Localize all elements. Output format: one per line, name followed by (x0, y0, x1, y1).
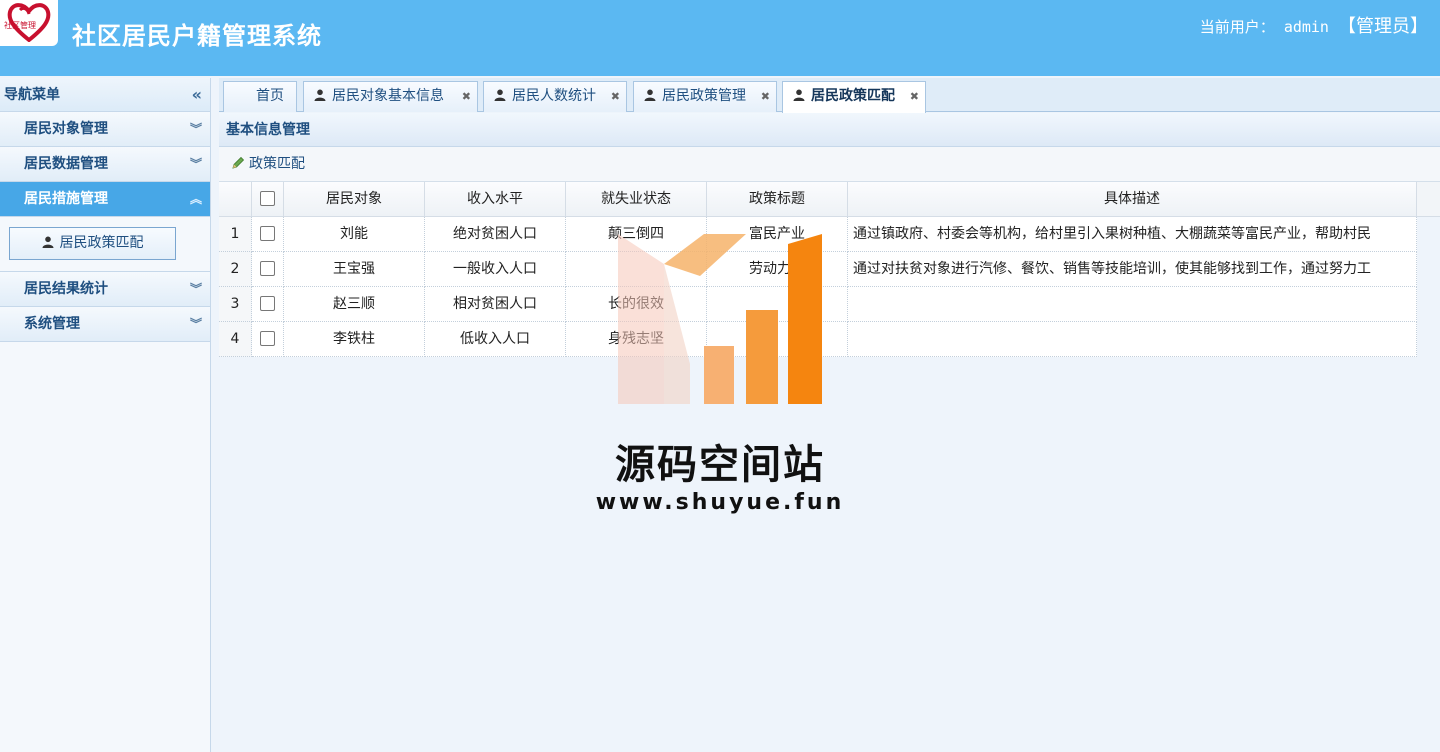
policy-match-button[interactable]: 政策匹配 (231, 156, 305, 172)
chevron-down-icon: ︾ (189, 317, 202, 331)
column-header[interactable]: 收入水平 (425, 182, 566, 217)
tab-label: 居民政策匹配 (811, 88, 895, 104)
user-icon (314, 89, 326, 101)
tab-resident-policy-manage[interactable]: 居民政策管理 ✖ (633, 81, 777, 112)
cell-description: 通过对扶贫对象进行汽修、餐饮、销售等技能培训，使其能够找到工作，通过努力工 (848, 252, 1417, 287)
row-number: 2 (219, 252, 252, 287)
cell-income: 相对贫困人口 (425, 287, 566, 322)
user-icon (644, 89, 656, 101)
close-tab-icon[interactable]: ✖ (910, 82, 919, 111)
sidebar-item-resident-data[interactable]: 居民数据管理 ︾ (0, 147, 210, 182)
sidebar-item-result-stats[interactable]: 居民结果统计 ︾ (0, 272, 210, 307)
sidebar-title: 导航菜单 (4, 87, 60, 103)
column-header[interactable]: 政策标题 (707, 182, 848, 217)
toolbar: 政策匹配 (219, 147, 1440, 182)
cell-description (848, 287, 1417, 322)
user-icon (494, 89, 506, 101)
cell-income: 低收入人口 (425, 322, 566, 357)
sidebar-item-label: 居民对象管理 (24, 121, 108, 137)
row-checkbox-cell (252, 252, 284, 287)
user-role-badge: 【管理员】 (1338, 16, 1428, 37)
panel-title: 基本信息管理 (219, 113, 1440, 147)
main-content: 首页 居民对象基本信息 ✖ 居民人数统计 ✖ 居民政策管理 ✖ 居民政策匹配 ✖… (219, 78, 1440, 752)
sidebar-item-resident-measures[interactable]: 居民措施管理 ︽ (0, 182, 210, 217)
cell-description (848, 322, 1417, 357)
row-checkbox-cell (252, 322, 284, 357)
column-header[interactable]: 具体描述 (848, 182, 1417, 217)
watermark-logo-icon (618, 234, 822, 404)
user-icon (793, 89, 805, 101)
row-number: 4 (219, 322, 252, 357)
app-logo: 社区管理 (0, 0, 58, 46)
sidebar-item-label: 居民数据管理 (24, 156, 108, 172)
tab-resident-count-stats[interactable]: 居民人数统计 ✖ (483, 81, 627, 112)
tab-resident-policy-match[interactable]: 居民政策匹配 ✖ (782, 81, 926, 113)
row-number: 3 (219, 287, 252, 322)
current-username: admin (1283, 18, 1329, 36)
user-icon (42, 236, 53, 248)
sidebar-header: 导航菜单 « (0, 78, 210, 112)
tab-resident-basic-info[interactable]: 居民对象基本信息 ✖ (303, 81, 478, 112)
close-tab-icon[interactable]: ✖ (761, 82, 770, 111)
sidebar-item-label: 系统管理 (24, 316, 80, 332)
tab-label: 居民对象基本信息 (332, 88, 444, 104)
chevron-up-icon: ︽ (189, 192, 202, 206)
policy-match-label: 政策匹配 (249, 156, 305, 172)
cell-resident: 李铁柱 (284, 322, 425, 357)
chevron-down-icon: ︾ (189, 282, 202, 296)
column-header[interactable]: 就失业状态 (566, 182, 707, 217)
sidebar-subitem-label: 居民政策匹配 (59, 235, 144, 251)
collapse-sidebar-icon[interactable]: « (192, 78, 202, 112)
tab-label: 居民人数统计 (512, 88, 596, 104)
row-number-header (219, 182, 252, 217)
app-title: 社区居民户籍管理系统 (72, 22, 322, 50)
close-tab-icon[interactable]: ✖ (611, 82, 620, 111)
tab-bar: 首页 居民对象基本信息 ✖ 居民人数统计 ✖ 居民政策管理 ✖ 居民政策匹配 ✖ (219, 78, 1440, 113)
column-header[interactable]: 居民对象 (284, 182, 425, 217)
chevron-down-icon: ︾ (189, 122, 202, 136)
sidebar-item-resident-objects[interactable]: 居民对象管理 ︾ (0, 112, 210, 147)
sidebar-subitem-policy-match[interactable]: 居民政策匹配 (9, 227, 176, 260)
row-checkbox-cell (252, 217, 284, 252)
sidebar-item-label: 居民措施管理 (24, 191, 108, 207)
row-checkbox[interactable] (260, 226, 275, 241)
row-checkbox[interactable] (260, 331, 275, 346)
tab-label: 首页 (256, 88, 284, 104)
watermark-url: www.shuyue.fun (595, 490, 845, 515)
cell-income: 一般收入人口 (425, 252, 566, 287)
grid-header-filler (1417, 182, 1440, 217)
select-all-checkbox[interactable] (260, 191, 275, 206)
close-tab-icon[interactable]: ✖ (462, 82, 471, 111)
cell-income: 绝对贫困人口 (425, 217, 566, 252)
cell-resident: 刘能 (284, 217, 425, 252)
cell-description: 通过镇政府、村委会等机构，给村里引入果树种植、大棚蔬菜等富民产业，帮助村民 (848, 217, 1417, 252)
sidebar-item-system[interactable]: 系统管理 ︾ (0, 307, 210, 342)
chevron-down-icon: ︾ (189, 157, 202, 171)
row-checkbox[interactable] (260, 296, 275, 311)
select-all-cell (252, 182, 284, 217)
table-header-row: 居民对象 收入水平 就失业状态 政策标题 具体描述 (219, 182, 1417, 217)
sidebar-item-label: 居民结果统计 (24, 281, 108, 297)
logo-text: 社区管理 (4, 21, 36, 30)
row-checkbox-cell (252, 287, 284, 322)
watermark-title: 源码空间站 (615, 442, 825, 488)
tab-home[interactable]: 首页 (223, 81, 297, 112)
sidebar-submenu: 居民政策匹配 (0, 217, 210, 272)
current-user-label: 当前用户： (1199, 18, 1275, 36)
tab-label: 居民政策管理 (662, 88, 746, 104)
row-number: 1 (219, 217, 252, 252)
cell-resident: 王宝强 (284, 252, 425, 287)
current-user-info: 当前用户： admin 【管理员】 (1200, 12, 1428, 38)
row-checkbox[interactable] (260, 261, 275, 276)
sidebar: 导航菜单 « 居民对象管理 ︾ 居民数据管理 ︾ 居民措施管理 ︽ 居民政策匹配… (0, 78, 211, 752)
app-header: 社区管理 社区居民户籍管理系统 当前用户： admin 【管理员】 (0, 0, 1440, 76)
pencil-icon (232, 156, 245, 169)
cell-resident: 赵三顺 (284, 287, 425, 322)
